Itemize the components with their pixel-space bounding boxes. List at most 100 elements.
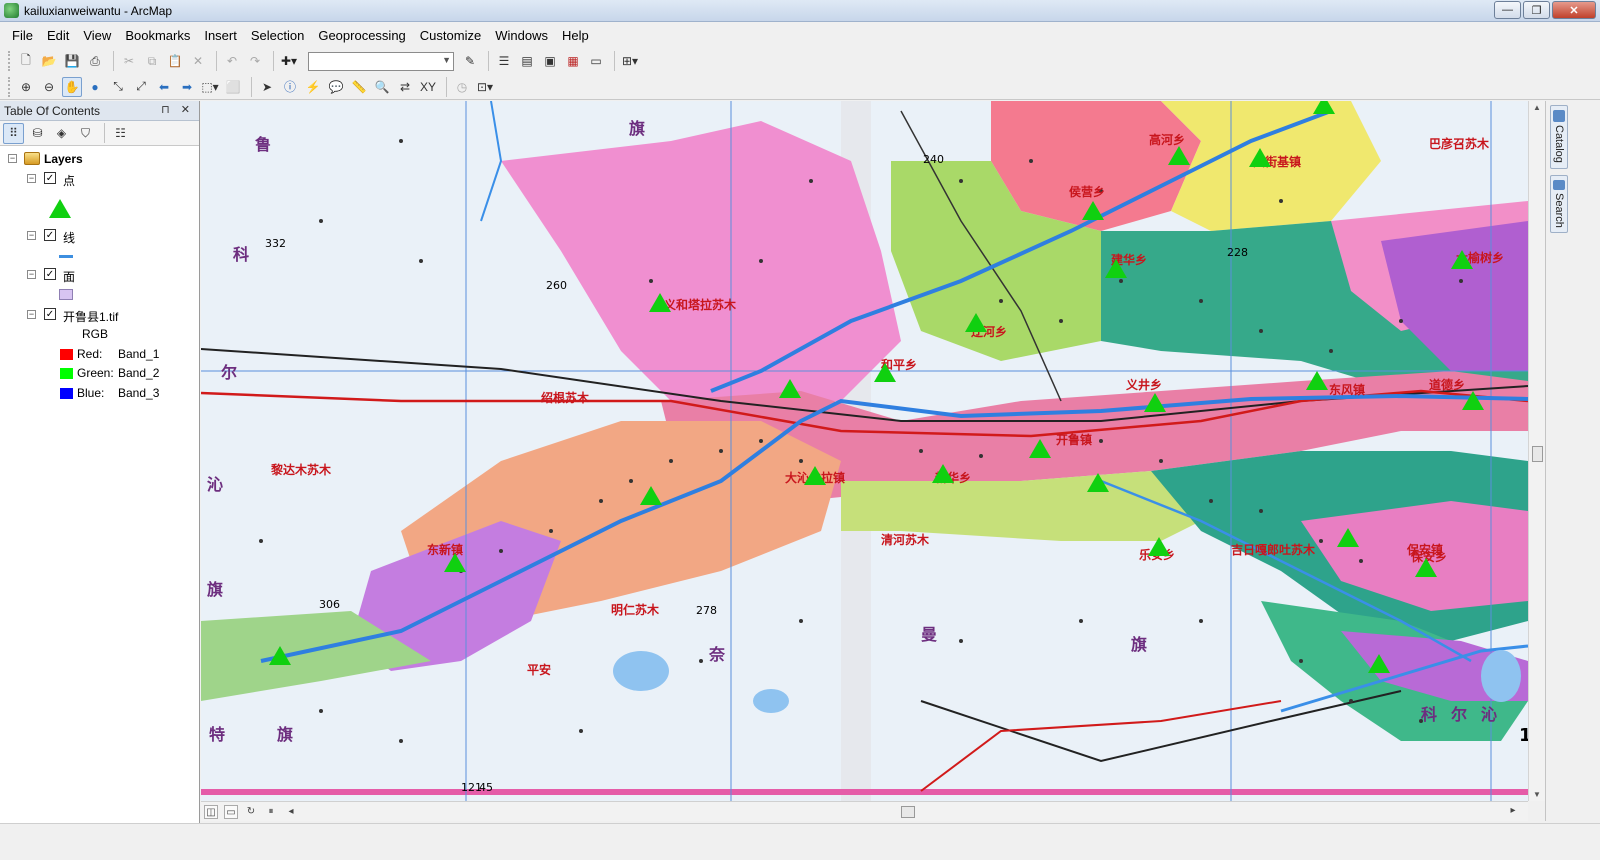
clear-selection-icon[interactable]: ⬜ — [223, 77, 243, 97]
time-slider-icon[interactable]: ◷ — [452, 77, 472, 97]
scrollbar-thumb[interactable] — [1532, 446, 1543, 462]
point-feature-triangle[interactable] — [1451, 250, 1473, 269]
point-feature-triangle[interactable] — [444, 553, 466, 572]
save-icon[interactable]: 💾 — [62, 51, 82, 71]
layer-visibility-checkbox[interactable]: ✓ — [44, 171, 56, 184]
zoom-in-icon[interactable]: ⊕ — [16, 77, 36, 97]
select-features-icon[interactable]: ⬚▾ — [200, 77, 220, 97]
point-feature-triangle[interactable] — [1105, 259, 1127, 278]
search-tab[interactable]: Search — [1550, 175, 1568, 233]
pan-icon[interactable]: ✋ — [62, 76, 82, 97]
map-display[interactable]: 旗 鲁 科 尔 沁 旗 奈 曼 旗 科 尔 沁 特 旗 义和塔拉苏木 绍根苏木 … — [201, 101, 1528, 801]
point-feature-triangle[interactable] — [269, 646, 291, 665]
menu-bookmarks[interactable]: Bookmarks — [119, 25, 196, 46]
add-data-icon[interactable]: ✚▾ — [279, 51, 299, 71]
point-feature-triangle[interactable] — [779, 379, 801, 398]
point-feature-triangle[interactable] — [1415, 558, 1437, 577]
point-feature-triangle[interactable] — [1168, 146, 1190, 165]
layer-visibility-checkbox[interactable]: ✓ — [44, 229, 56, 242]
layer-row-lines[interactable]: − ✓ 线 — [0, 227, 199, 247]
point-feature-triangle[interactable] — [1337, 528, 1359, 547]
collapse-icon[interactable]: − — [27, 231, 36, 241]
list-by-visibility-icon[interactable]: ◈ — [51, 123, 72, 144]
point-feature-triangle[interactable] — [874, 363, 896, 382]
point-feature-triangle[interactable] — [1462, 391, 1484, 410]
table-of-contents-icon[interactable]: ☰ — [494, 51, 514, 71]
find-route-icon[interactable]: ⇄ — [395, 77, 415, 97]
minimize-button[interactable]: — — [1494, 1, 1521, 19]
toolbar-grip[interactable] — [8, 51, 11, 71]
collapse-icon[interactable]: − — [27, 270, 36, 280]
menu-windows[interactable]: Windows — [489, 25, 554, 46]
toc-header-buttons[interactable]: ⊓ ✕ — [161, 103, 194, 116]
point-feature-triangle[interactable] — [1313, 101, 1335, 114]
map-vertical-scrollbar[interactable]: ▲ ▼ — [1528, 101, 1545, 801]
cut-icon[interactable]: ✂ — [119, 51, 139, 71]
data-view-icon[interactable]: ◫ — [204, 804, 218, 819]
layout-view-icon[interactable]: ▭ — [224, 804, 238, 819]
print-icon[interactable]: ⎙ — [85, 51, 105, 71]
undo-icon[interactable]: ↶ — [222, 51, 242, 71]
point-feature-triangle[interactable] — [932, 464, 954, 483]
point-feature-triangle[interactable] — [1148, 537, 1170, 556]
layer-visibility-checkbox[interactable]: ✓ — [44, 268, 56, 281]
layer-row-points[interactable]: − ✓ 点 — [0, 170, 199, 190]
scroll-right-icon[interactable]: ▸ — [1506, 804, 1520, 818]
point-feature-triangle[interactable] — [649, 293, 671, 312]
list-by-drawing-order-icon[interactable]: ⠿ — [3, 122, 24, 144]
menu-geoprocessing[interactable]: Geoprocessing — [312, 25, 411, 46]
scroll-down-icon[interactable]: ▼ — [1533, 790, 1541, 799]
find-icon[interactable]: 🔍 — [372, 77, 392, 97]
horizontal-scrollbar-thumb[interactable] — [901, 806, 915, 818]
paste-icon[interactable]: 📋 — [165, 51, 185, 71]
html-popup-icon[interactable]: 💬 — [326, 77, 346, 97]
collapse-icon[interactable]: − — [8, 154, 17, 163]
copy-icon[interactable]: ⧉ — [142, 51, 162, 71]
arctoolbox-icon[interactable]: ▦ — [563, 51, 583, 71]
layer-row-polygons[interactable]: − ✓ 面 — [0, 266, 199, 286]
measure-icon[interactable]: 📏 — [349, 77, 369, 97]
point-feature-triangle[interactable] — [1082, 201, 1104, 220]
new-document-icon[interactable]: 🗋 — [16, 51, 36, 71]
hyperlink-icon[interactable]: ⚡ — [303, 77, 323, 97]
list-by-source-icon[interactable]: ⛁ — [27, 123, 48, 144]
forward-extent-icon[interactable]: ➡ — [177, 77, 197, 97]
point-feature-triangle[interactable] — [804, 466, 826, 485]
menu-help[interactable]: Help — [556, 25, 595, 46]
close-button[interactable]: ✕ — [1552, 1, 1596, 19]
point-feature-triangle[interactable] — [1029, 439, 1051, 458]
menu-insert[interactable]: Insert — [198, 25, 243, 46]
collapse-icon[interactable]: − — [27, 309, 36, 319]
full-extent-icon[interactable]: ● — [85, 77, 105, 97]
fixed-zoom-out-icon[interactable]: ⤢ — [131, 77, 151, 97]
identify-icon[interactable]: ⓘ — [280, 77, 300, 97]
catalog-tab[interactable]: Catalog — [1550, 105, 1568, 169]
redo-icon[interactable]: ↷ — [245, 51, 265, 71]
point-feature-triangle[interactable] — [640, 486, 662, 505]
layer-visibility-checkbox[interactable]: ✓ — [44, 307, 56, 320]
point-feature-triangle[interactable] — [1368, 654, 1390, 673]
menu-selection[interactable]: Selection — [245, 25, 310, 46]
back-extent-icon[interactable]: ⬅ — [154, 77, 174, 97]
toolbar-grip[interactable] — [8, 76, 11, 97]
point-feature-triangle[interactable] — [1144, 393, 1166, 412]
list-by-selection-icon[interactable]: ⛉ — [75, 123, 96, 144]
search-window-icon[interactable]: ▣ — [540, 51, 560, 71]
restore-button[interactable]: ❐ — [1523, 1, 1550, 19]
go-to-xy-icon[interactable]: XY — [418, 77, 438, 97]
menu-view[interactable]: View — [77, 25, 117, 46]
map-scale-dropdown[interactable]: ▼ — [308, 51, 454, 71]
catalog-window-icon[interactable]: ▤ — [517, 51, 537, 71]
point-feature-triangle[interactable] — [1249, 148, 1271, 167]
scroll-up-icon[interactable]: ▲ — [1533, 103, 1541, 112]
open-folder-icon[interactable]: 📂 — [39, 51, 59, 71]
delete-icon[interactable]: ✕ — [188, 51, 208, 71]
menu-customize[interactable]: Customize — [414, 25, 487, 46]
create-viewer-window-icon[interactable]: ⊡▾ — [475, 77, 495, 97]
editor-toolbar-icon[interactable]: ✎ — [460, 51, 480, 71]
point-feature-triangle[interactable] — [1087, 473, 1109, 492]
layer-row-raster[interactable]: − ✓ 开鲁县1.tif — [0, 306, 199, 326]
point-feature-triangle[interactable] — [1306, 371, 1328, 390]
collapse-icon[interactable]: − — [27, 173, 36, 183]
model-builder-icon[interactable]: ⊞▾ — [620, 51, 640, 71]
